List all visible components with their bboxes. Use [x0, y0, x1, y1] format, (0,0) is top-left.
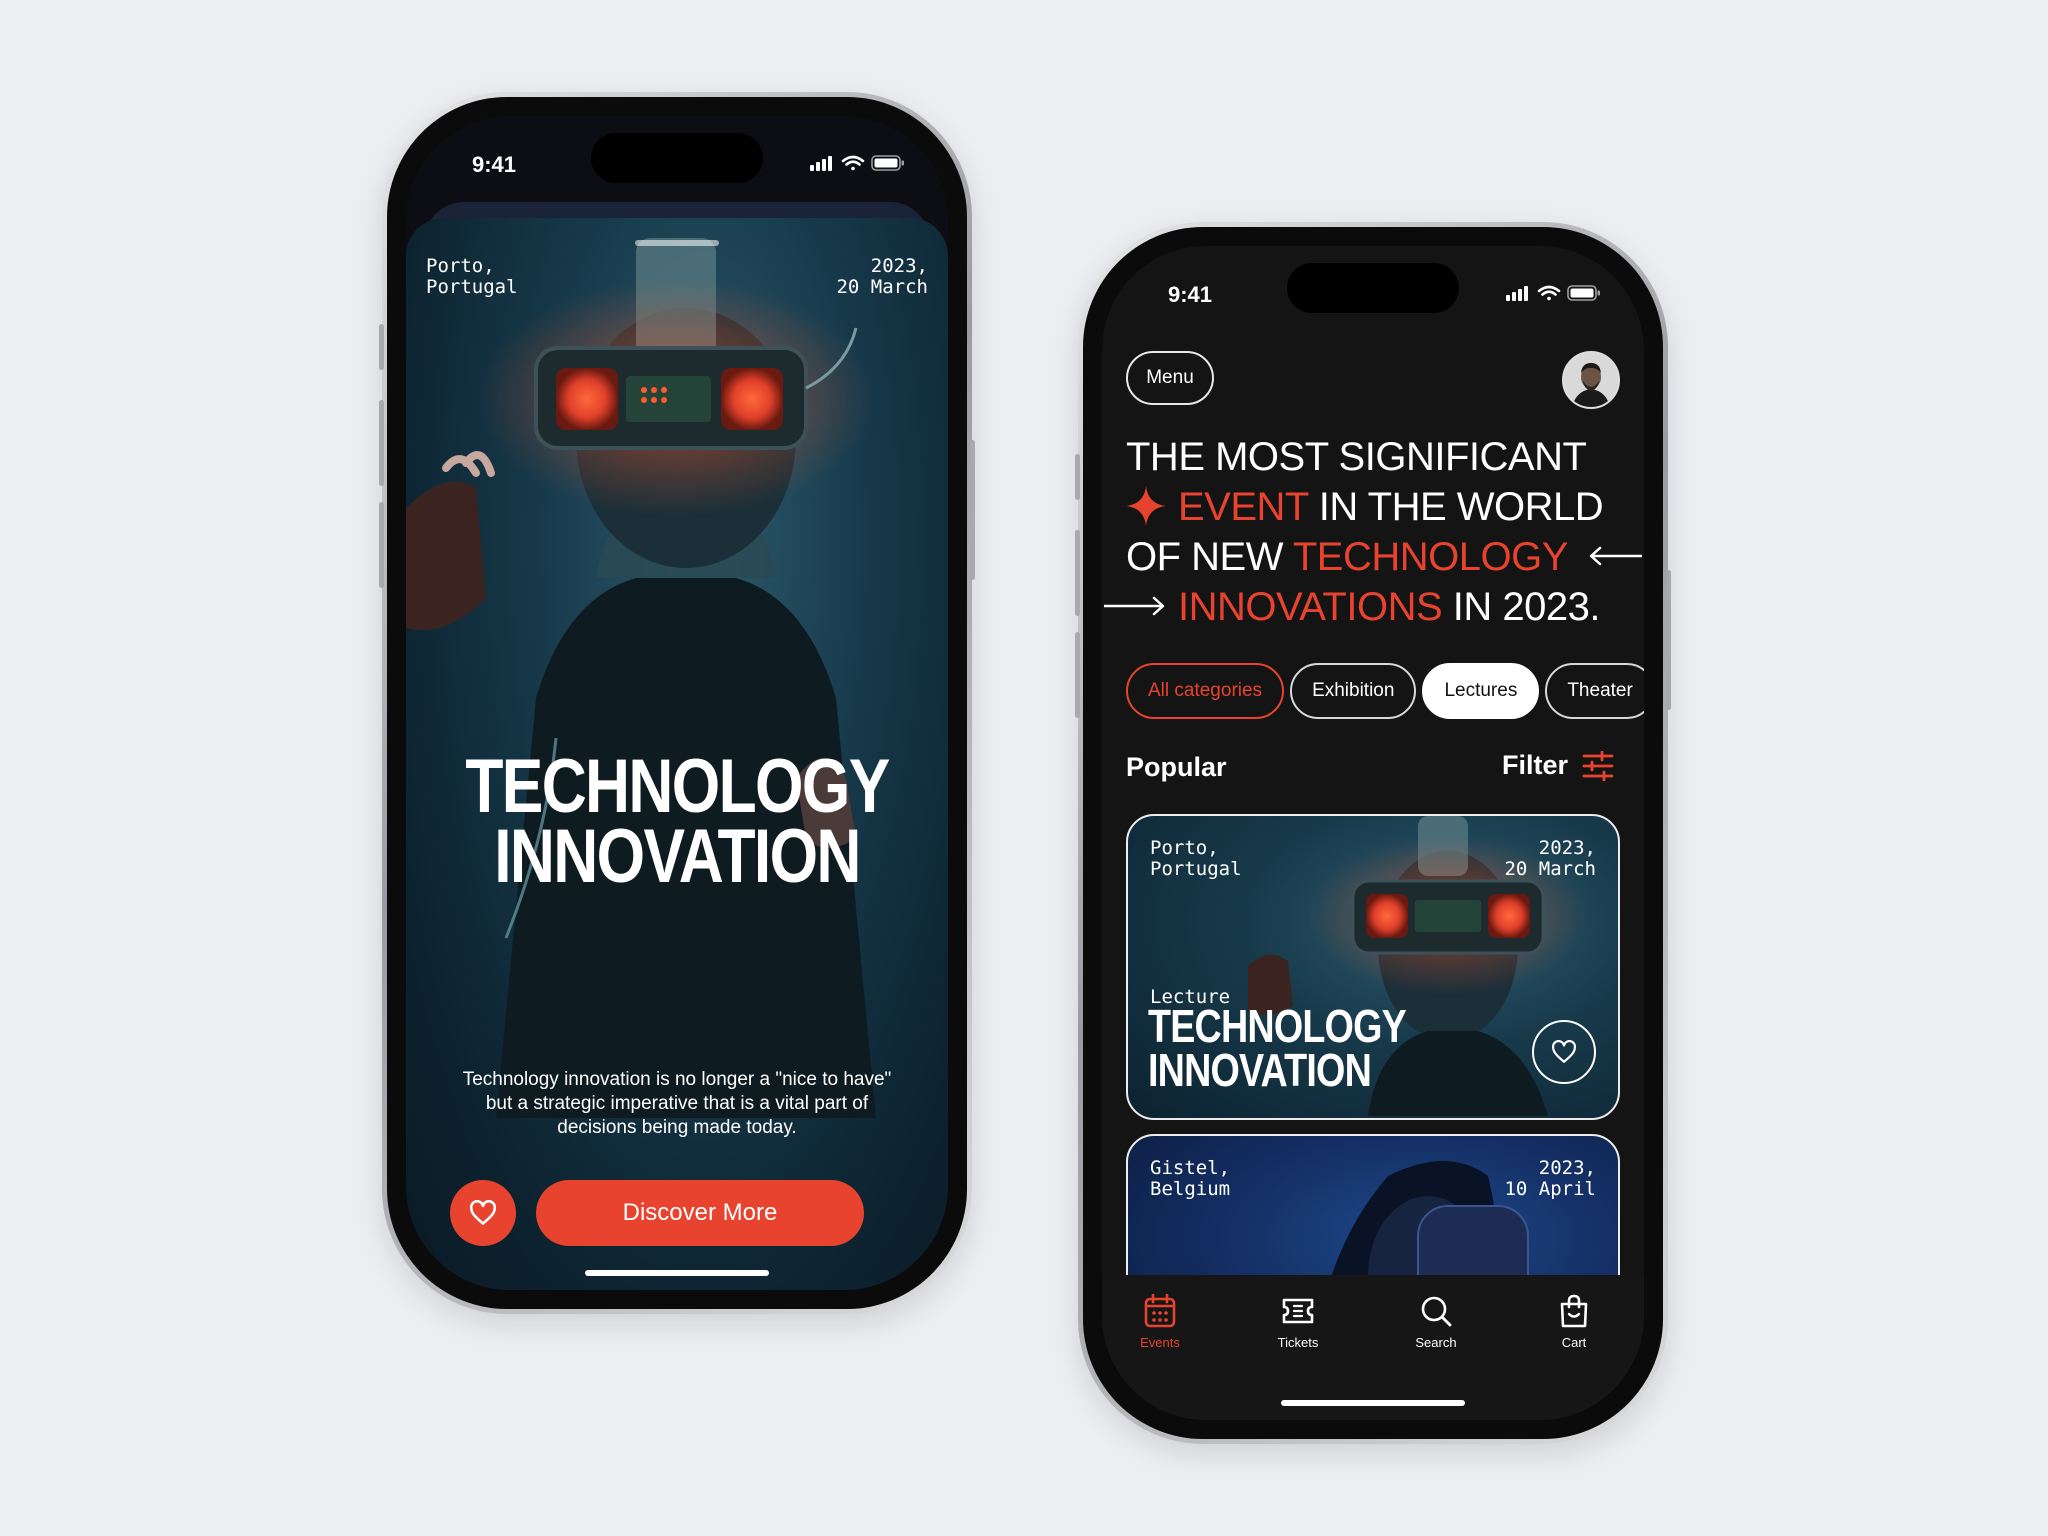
status-icons	[1506, 284, 1602, 307]
tab-label: Cart	[1561, 1335, 1587, 1350]
event-date: 2023, 20 March	[1504, 838, 1596, 880]
headline-line-1: THE MOST SIGNIFICANT	[1126, 435, 1587, 479]
event-card[interactable]: Porto, Portugal 2023, 20 March Lecture T…	[1126, 814, 1620, 1120]
chip-lectures[interactable]: Lectures	[1422, 663, 1540, 719]
date-year: 2023,	[1538, 837, 1596, 859]
ticket-icon	[1282, 1298, 1314, 1324]
headline-line-3: OF NEW TECHNOLOGY	[1126, 532, 1644, 582]
event-location: Gistel, Belgium	[1150, 1158, 1230, 1200]
event-title-line-2: INNOVATION	[494, 814, 861, 899]
avatar-portrait	[1564, 353, 1618, 407]
event-description: Technology innovation is no longer a "ni…	[462, 1069, 892, 1138]
phone-frame-home: 9:41 Menu THE MOST SIGNIFICANT EVENT IN …	[1075, 222, 1671, 1444]
tab-cart[interactable]: Cart	[1524, 1291, 1624, 1350]
home-indicator	[1281, 1400, 1465, 1406]
headline-line-3-start: OF NEW	[1126, 535, 1293, 579]
event-date: 2023, 10 April	[1504, 1158, 1596, 1200]
sheet-grabber[interactable]	[635, 240, 719, 246]
headline-line-4-rest: IN 2023.	[1442, 585, 1601, 629]
arrow-right-icon	[1102, 596, 1165, 616]
signal-icon	[1506, 286, 1528, 301]
location-country: Belgium	[1150, 1178, 1231, 1200]
location-city: Porto,	[426, 255, 495, 277]
dynamic-island	[591, 133, 763, 183]
menu-button[interactable]: Menu	[1126, 351, 1214, 405]
mute-switch	[379, 324, 384, 370]
headline-accent-technology: TECHNOLOGY	[1292, 535, 1568, 579]
status-time: 9:41	[1168, 282, 1213, 307]
tab-tickets[interactable]: Tickets	[1248, 1291, 1348, 1350]
heart-icon	[1552, 1040, 1576, 1063]
arrow-left-icon	[1589, 546, 1644, 566]
filter-label: Filter	[1501, 750, 1568, 780]
tab-label: Search	[1415, 1335, 1457, 1350]
bottom-tab-bar: Events Tickets Search Cart	[1102, 1275, 1644, 1420]
bag-icon	[1560, 1294, 1588, 1328]
event-title-line-2: INNOVATION	[1148, 1044, 1372, 1096]
phone-frame-detail: 9:41 Porto, Portugal 2023, 20 March TECH…	[379, 92, 975, 1314]
headline-accent-event: EVENT	[1178, 485, 1309, 529]
event-title: TECHNOLOGY INNOVATION	[1148, 1000, 1407, 1096]
date-day: 20 March	[836, 276, 928, 298]
home-screen: 9:41 Menu THE MOST SIGNIFICANT EVENT IN …	[1102, 246, 1644, 1420]
section-title-popular: Popular	[1126, 752, 1227, 782]
tab-search[interactable]: Search	[1386, 1291, 1486, 1350]
sparkle-icon	[1126, 486, 1166, 526]
headline-line-4: INNOVATIONS IN 2023.	[1102, 582, 1644, 632]
hero-headline: THE MOST SIGNIFICANT EVENT IN THE WORLD …	[1102, 432, 1644, 632]
heart-icon	[469, 1200, 497, 1225]
signal-icon	[810, 156, 832, 171]
location-country: Portugal	[1150, 858, 1242, 880]
headline-line-2: EVENT IN THE WORLD	[1126, 482, 1644, 532]
event-location: Porto, Portugal	[426, 256, 518, 298]
category-chips: All categories Exhibition Lectures Theater	[1126, 663, 1644, 719]
date-year: 2023,	[870, 255, 928, 277]
detail-screen: 9:41 Porto, Portugal 2023, 20 March TECH…	[406, 116, 948, 1290]
chip-exhibition[interactable]: Exhibition	[1290, 663, 1417, 719]
wifi-icon	[841, 155, 865, 171]
status-icons	[810, 154, 906, 177]
favorite-button[interactable]	[1532, 1020, 1596, 1084]
headline-accent-innovations: INNOVATIONS	[1178, 585, 1443, 629]
favorite-button[interactable]	[450, 1180, 516, 1246]
calendar-icon	[1144, 1294, 1176, 1328]
event-title-line-1: TECHNOLOGY	[465, 744, 890, 829]
sliders-icon	[1582, 750, 1614, 781]
chip-theater[interactable]: Theater	[1545, 663, 1644, 719]
status-time: 9:41	[472, 152, 517, 177]
date-day: 10 April	[1504, 1178, 1596, 1200]
power-button	[970, 440, 975, 580]
tab-label: Events	[1140, 1335, 1180, 1350]
event-location: Porto, Portugal	[1150, 838, 1242, 880]
headline-line-2-rest: IN THE WORLD	[1308, 485, 1604, 529]
volume-down-button	[1075, 632, 1080, 718]
discover-more-button[interactable]: Discover More	[536, 1180, 864, 1246]
battery-icon	[871, 155, 904, 171]
tab-label: Tickets	[1277, 1335, 1319, 1350]
event-date: 2023, 20 March	[836, 256, 928, 298]
tab-events[interactable]: Events	[1110, 1291, 1210, 1350]
user-avatar[interactable]	[1562, 351, 1620, 409]
power-button	[1666, 570, 1671, 710]
volume-down-button	[379, 502, 384, 588]
chip-all-categories[interactable]: All categories	[1126, 663, 1285, 719]
mute-switch	[1075, 454, 1080, 500]
search-icon	[1421, 1296, 1452, 1327]
battery-icon	[1567, 285, 1600, 301]
location-city: Gistel,	[1150, 1157, 1231, 1179]
date-year: 2023,	[1538, 1157, 1596, 1179]
wifi-icon	[1537, 285, 1561, 301]
home-indicator	[585, 1270, 769, 1276]
event-title: TECHNOLOGY INNOVATION	[455, 744, 899, 899]
date-day: 20 March	[1504, 858, 1596, 880]
location-country: Portugal	[426, 276, 518, 298]
volume-up-button	[1075, 530, 1080, 616]
event-title-line-1: TECHNOLOGY	[1148, 1000, 1407, 1052]
filter-button[interactable]: Filter	[1502, 750, 1614, 781]
volume-up-button	[379, 400, 384, 486]
location-city: Porto,	[1150, 837, 1219, 859]
dynamic-island	[1287, 263, 1459, 313]
